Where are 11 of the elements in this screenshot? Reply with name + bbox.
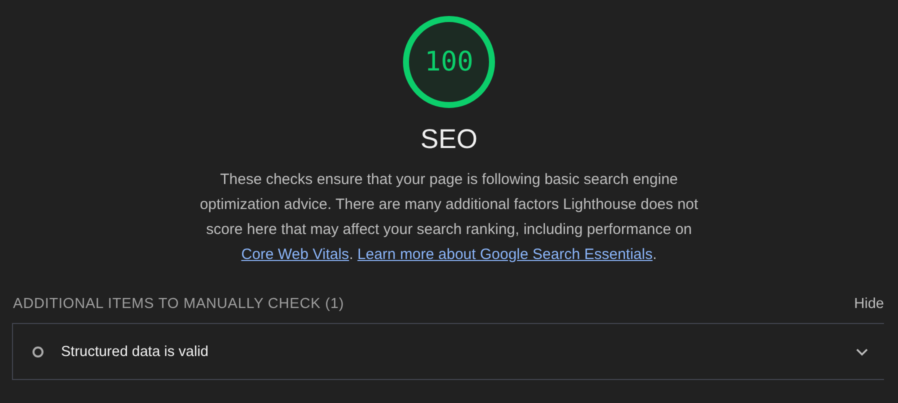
description-link[interactable]: Learn more about Google Search Essentials	[357, 246, 653, 263]
description-link[interactable]: Core Web Vitals	[241, 246, 350, 263]
audit-row[interactable]: Structured data is valid	[12, 323, 884, 380]
category-description: These checks ensure that your page is following basic search engine optimization advice. There are many additional factors Lighthouse does not score here that may affect your search ranking, including performance on Core Web Vitals. Learn more about Google Search Essentials.	[199, 170, 699, 265]
hide-button[interactable]: Hide	[854, 296, 884, 312]
category-title: SEO	[420, 123, 478, 155]
score-value: 100	[424, 46, 474, 78]
chevron-icon[interactable]	[856, 348, 868, 356]
informative-circle-icon	[32, 346, 44, 358]
audit-title: Structured data is valid	[61, 344, 210, 360]
group-title: ADDITIONAL ITEMS TO MANUALLY CHECK (1)	[13, 296, 344, 312]
